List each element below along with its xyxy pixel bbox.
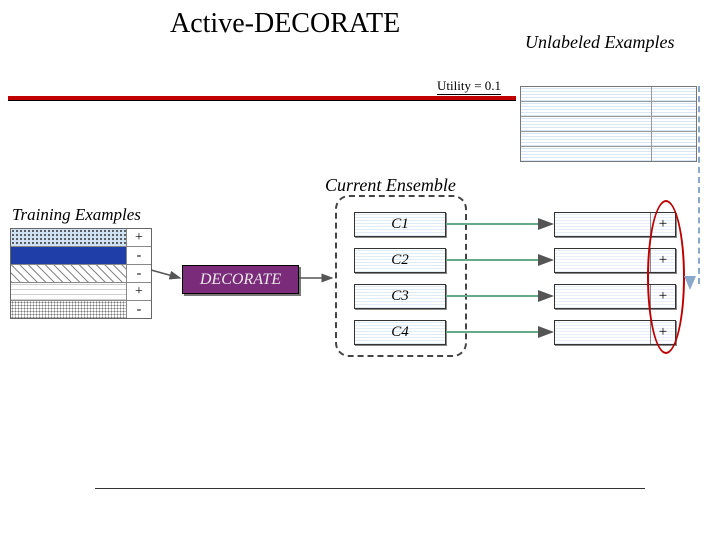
decorate-box: DECORATE [182,265,299,294]
unlabeled-examples-label: Unlabeled Examples [525,32,674,53]
train-label: - [127,266,151,282]
train-label: + [127,230,151,246]
train-label: - [127,248,151,264]
train-label: + [127,284,151,300]
classifier-c1: C1 [354,212,446,237]
predictions-highlight-ellipse [647,200,685,354]
unlabeled-table [520,86,697,162]
unlabeled-to-outputs-arrow-line [698,86,700,284]
train-label: - [127,302,151,318]
red-underline [8,96,516,101]
page-title: Active-DECORATE [170,8,400,40]
footer-divider [95,488,645,489]
arrow-down-icon [684,276,696,290]
utility-label: Utility = 0.1 [437,78,501,95]
training-examples-table: + - - + - [10,228,152,319]
classifier-c3: C3 [354,284,446,309]
training-examples-label: Training Examples [12,205,141,225]
classifier-c2: C2 [354,248,446,273]
current-ensemble-label: Current Ensemble [325,175,456,196]
classifier-c4: C4 [354,320,446,345]
